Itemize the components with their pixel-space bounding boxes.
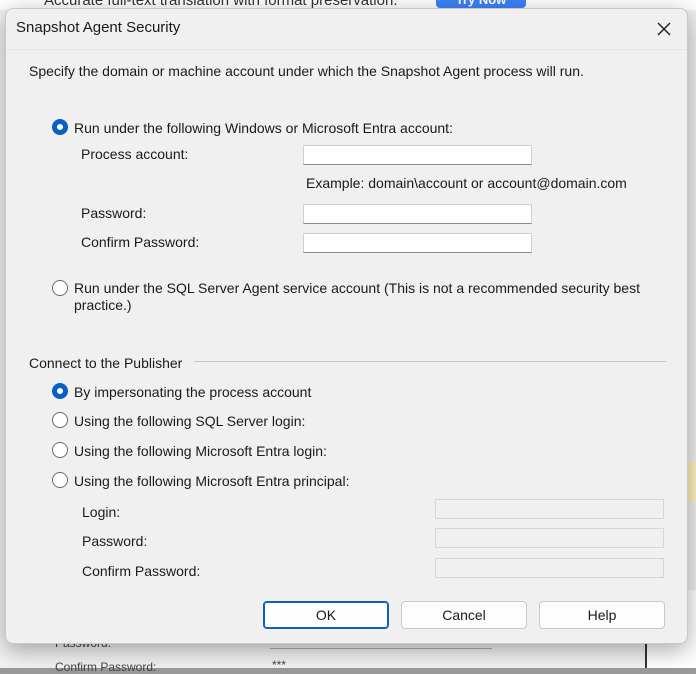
publisher-group-divider	[194, 361, 666, 362]
publisher-group-label: Connect to the Publisher	[29, 355, 183, 371]
example-text: Example: domain\account or account@domai…	[306, 175, 627, 191]
radio-entra-principal[interactable]	[52, 472, 68, 488]
radio-sql-agent-account-label[interactable]: Run under the SQL Server Agent service a…	[74, 280, 664, 314]
radio-windows-account-label[interactable]: Run under the following Windows or Micro…	[74, 120, 453, 136]
background-confirm-label: Confirm Password:	[55, 660, 157, 674]
help-button[interactable]: Help	[539, 601, 665, 629]
close-button[interactable]	[646, 14, 682, 44]
close-icon	[657, 22, 671, 36]
radio-sql-agent-account[interactable]	[52, 280, 68, 296]
password-label: Password:	[81, 205, 147, 221]
login-label: Login:	[82, 504, 121, 520]
publisher-confirm-password-label: Confirm Password:	[82, 563, 201, 579]
confirm-password-input[interactable]	[303, 233, 532, 253]
dialog-titlebar[interactable]: Snapshot Agent Security	[6, 9, 687, 49]
titlebar-divider	[6, 49, 687, 50]
publisher-confirm-password-input-disabled	[435, 558, 664, 578]
process-account-label: Process account:	[81, 146, 189, 162]
radio-entra-login-label[interactable]: Using the following Microsoft Entra logi…	[74, 443, 327, 459]
process-account-input[interactable]	[303, 145, 532, 165]
radio-windows-account[interactable]	[52, 119, 68, 135]
confirm-password-label: Confirm Password:	[81, 234, 200, 250]
login-input-disabled	[435, 499, 664, 519]
radio-entra-login[interactable]	[52, 442, 68, 458]
dialog-description: Specify the domain or machine account un…	[29, 63, 584, 79]
background-try-now-button: Try Now	[436, 0, 526, 8]
publisher-password-input-disabled	[435, 528, 664, 548]
publisher-password-label: Password:	[82, 533, 148, 549]
radio-sql-server-login[interactable]	[52, 412, 68, 428]
radio-impersonate-process-label[interactable]: By impersonating the process account	[74, 384, 311, 400]
radio-sql-server-login-label[interactable]: Using the following SQL Server login:	[74, 413, 305, 429]
password-input[interactable]	[303, 204, 532, 224]
cancel-button[interactable]: Cancel	[401, 601, 527, 629]
radio-entra-principal-label[interactable]: Using the following Microsoft Entra prin…	[74, 473, 349, 489]
dialog-title: Snapshot Agent Security	[16, 19, 181, 36]
background-password-value: ***	[272, 658, 287, 672]
ok-button[interactable]: OK	[263, 601, 389, 629]
snapshot-agent-security-dialog: Snapshot Agent Security Specify the doma…	[5, 8, 688, 644]
radio-impersonate-process[interactable]	[52, 383, 68, 399]
